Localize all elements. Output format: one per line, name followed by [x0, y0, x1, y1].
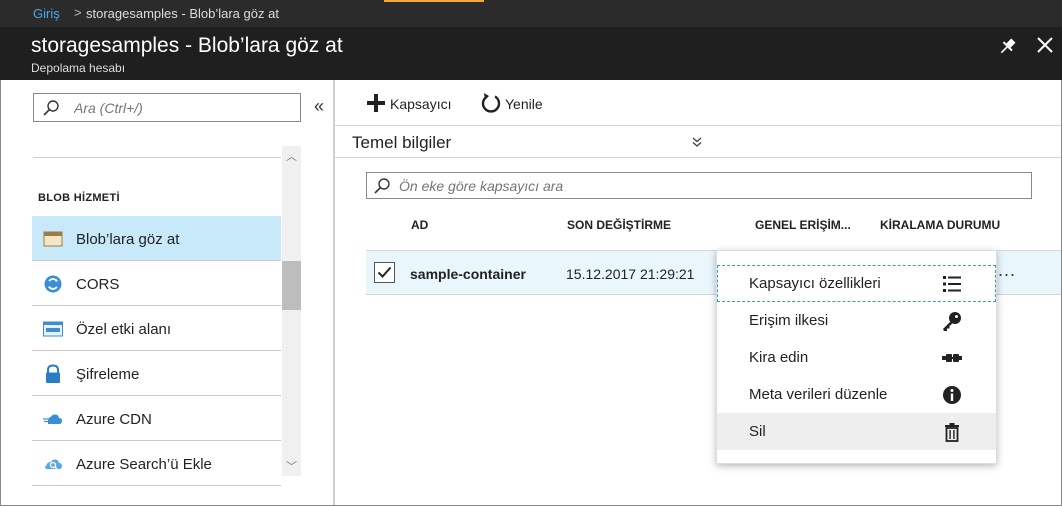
essentials-divider — [335, 157, 1061, 158]
add-container-button[interactable]: Kapsayıcı — [365, 92, 455, 116]
menu-item-label: Erişim ilkesi — [749, 312, 829, 329]
trash-icon — [945, 423, 959, 442]
blade-header: storagesamples - Blob’lara göz at Depola… — [0, 27, 1062, 80]
scrollbar-thumb[interactable] — [282, 261, 301, 310]
sidebar-item-label: Şifreleme — [76, 366, 140, 383]
cors-icon — [44, 275, 62, 293]
info-icon — [943, 386, 961, 404]
cdn-cloud-icon — [43, 414, 62, 424]
sidebar-item-cors[interactable]: CORS — [32, 261, 281, 306]
breadcrumb-bar: Giriş > storagesamples - Blob’lara göz a… — [0, 0, 1062, 27]
lock-icon — [46, 364, 60, 383]
search-icon — [43, 100, 59, 116]
breadcrumb-current[interactable]: storagesamples - Blob’lara göz at — [86, 6, 279, 21]
context-menu: Kapsayıcı özellikleri Erişim ilkesi Kira… — [716, 250, 997, 464]
menu-scrollbar[interactable]: ︿ ﹀ — [282, 146, 301, 476]
container-search-box[interactable] — [366, 172, 1032, 199]
sidebar-item-label: Özel etki alanı — [76, 321, 172, 338]
menu-item-label: Kapsayıcı özellikleri — [749, 275, 881, 292]
menu-item-label: Sil — [749, 423, 766, 440]
chevron-double-down-icon[interactable] — [691, 135, 703, 151]
list-icon — [943, 276, 961, 292]
search-cloud-icon — [45, 459, 62, 470]
menu-item-delete[interactable]: Sil — [717, 413, 996, 450]
column-header-name[interactable]: AD — [411, 218, 428, 232]
add-container-label: Kapsayıcı — [390, 96, 452, 112]
menu-item-access-policy[interactable]: Erişim ilkesi — [717, 302, 996, 339]
menu-item-edit-metadata[interactable]: Meta verileri düzenle — [717, 376, 996, 413]
menu-item-acquire-lease[interactable]: Kira edin — [717, 339, 996, 376]
search-icon — [374, 178, 390, 194]
section-heading: BLOB HİZMETİ — [38, 192, 120, 204]
menu-item-container-properties[interactable]: Kapsayıcı özellikleri — [717, 265, 996, 302]
column-header-public-access[interactable]: GENEL ERİŞİM... — [755, 218, 851, 232]
menu-item-label: Meta verileri düzenle — [749, 386, 888, 403]
sidebar-item-browse-blobs[interactable]: Blob’lara göz at — [32, 216, 281, 261]
breadcrumb-home-link[interactable]: Giriş — [33, 6, 60, 21]
plus-icon — [367, 94, 385, 112]
sidebar-item-label: Blob’lara göz at — [76, 231, 180, 248]
container-name[interactable]: sample-container — [410, 266, 526, 282]
menu-item-label: Kira edin — [749, 349, 809, 366]
sidebar-item-label: Azure Search’ü Ekle — [76, 456, 212, 473]
last-modified-value: 15.12.2017 21:29:21 — [566, 266, 695, 282]
checkmark-icon — [377, 266, 392, 278]
sidebar-item-label: Azure CDN — [76, 411, 152, 428]
refresh-icon — [481, 93, 501, 113]
menu-search-input[interactable] — [74, 98, 294, 118]
www-icon — [43, 321, 63, 337]
breadcrumb-separator: > — [74, 5, 82, 20]
column-header-lease-state[interactable]: KİRALAMA DURUMU — [880, 218, 1000, 232]
lease-icon — [942, 354, 962, 362]
collapse-menu-button[interactable]: « — [314, 96, 324, 117]
sidebar-item-encryption[interactable]: Şifreleme — [32, 351, 281, 396]
notification-accent — [384, 0, 484, 2]
sidebar-item-custom-domain[interactable]: Özel etki alanı — [32, 306, 281, 351]
more-options-button[interactable]: ... — [998, 260, 1016, 281]
refresh-label: Yenile — [505, 96, 543, 112]
page-subtitle: Depolama hesabı — [31, 61, 126, 75]
pin-icon[interactable] — [996, 36, 1018, 58]
chevron-up-icon[interactable]: ︿ — [282, 148, 301, 164]
column-header-last-modified[interactable]: SON DEĞİŞTİRME — [567, 218, 671, 232]
sidebar-item-azure-cdn[interactable]: Azure CDN — [32, 396, 281, 441]
refresh-button[interactable]: Yenile — [480, 92, 560, 116]
resource-menu: « BLOB HİZMETİ Blob’lara göz at CORS Öze… — [1, 80, 333, 505]
key-icon — [943, 312, 961, 331]
sidebar-item-azure-search[interactable]: Azure Search’ü Ekle — [32, 441, 281, 486]
toolbar-divider — [335, 125, 1061, 126]
chevron-down-icon[interactable]: ﹀ — [282, 458, 301, 474]
sidebar-item-label: CORS — [76, 276, 120, 293]
menu-divider — [33, 157, 281, 158]
close-icon[interactable] — [1034, 34, 1056, 56]
row-checkbox[interactable] — [374, 262, 395, 283]
page-title: storagesamples - Blob’lara göz at — [31, 34, 343, 57]
menu-search-box[interactable] — [33, 93, 301, 122]
container-icon — [43, 231, 63, 247]
container-search-input[interactable] — [399, 176, 1019, 196]
essentials-heading[interactable]: Temel bilgiler — [352, 133, 451, 153]
